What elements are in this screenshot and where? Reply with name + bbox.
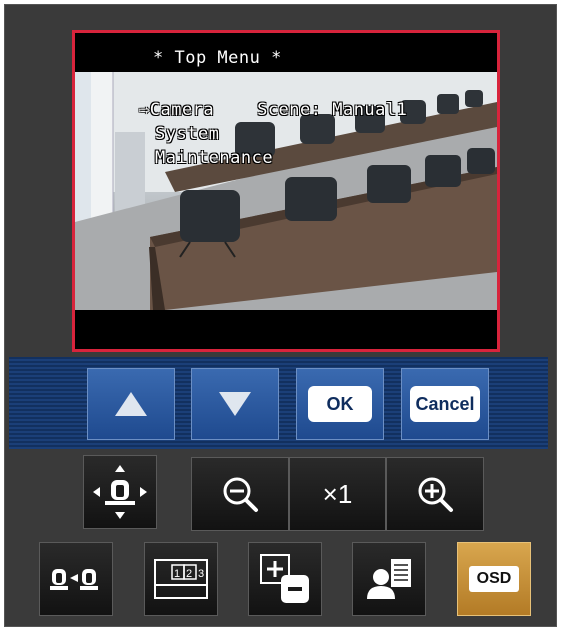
pan-tilt-button[interactable]	[83, 455, 157, 529]
zoom-out-icon	[223, 477, 258, 512]
osd-menu-camera-row: ⇨Camera Scene: Manual1	[139, 100, 408, 120]
up-button[interactable]	[87, 368, 175, 440]
osd-button[interactable]: OSD	[457, 542, 531, 616]
osd-button-label: OSD	[468, 566, 520, 592]
camera-preset-icon	[50, 569, 98, 590]
cancel-label: Cancel	[410, 386, 480, 422]
pan-tilt-icon	[93, 465, 147, 519]
plus-minus-icon	[260, 554, 309, 603]
cancel-button[interactable]: Cancel	[401, 368, 489, 440]
zoom-level-text: ×1	[322, 478, 353, 509]
osd-menu-maintenance-row: Maintenance	[155, 148, 274, 168]
multi-screen-icon: 1 2 3	[154, 559, 208, 599]
ok-button[interactable]: OK	[296, 368, 384, 440]
down-button[interactable]	[191, 368, 279, 440]
osd-menu-title: * Top Menu *	[153, 48, 282, 68]
zoom-out-button[interactable]	[191, 457, 289, 531]
osd-menu-system-row: System	[155, 124, 220, 144]
zoom-in-button[interactable]	[386, 457, 485, 531]
zoom-control-group: ×1	[191, 457, 485, 531]
user-list-button[interactable]	[352, 542, 426, 616]
up-arrow-icon	[115, 392, 147, 416]
camera-control-panel: * Top Menu * ⇨Camera Scene: Manual1 Syst…	[4, 4, 557, 627]
video-view[interactable]: * Top Menu * ⇨Camera Scene: Manual1 Syst…	[72, 30, 500, 352]
ok-label: OK	[308, 386, 372, 422]
zoom-level-display: ×1	[288, 457, 387, 531]
multi-screen-button[interactable]: 1 2 3	[144, 542, 218, 616]
osd-navigation-bar: OK Cancel	[9, 357, 548, 449]
svg-text:1: 1	[174, 568, 180, 580]
camera-preset-button[interactable]	[39, 542, 113, 616]
down-arrow-icon	[219, 392, 251, 416]
zoom-in-icon	[418, 477, 454, 512]
svg-text:2: 2	[186, 568, 192, 580]
user-list-icon	[367, 559, 411, 599]
brightness-adjust-button[interactable]	[248, 542, 322, 616]
svg-text:3: 3	[198, 568, 204, 580]
